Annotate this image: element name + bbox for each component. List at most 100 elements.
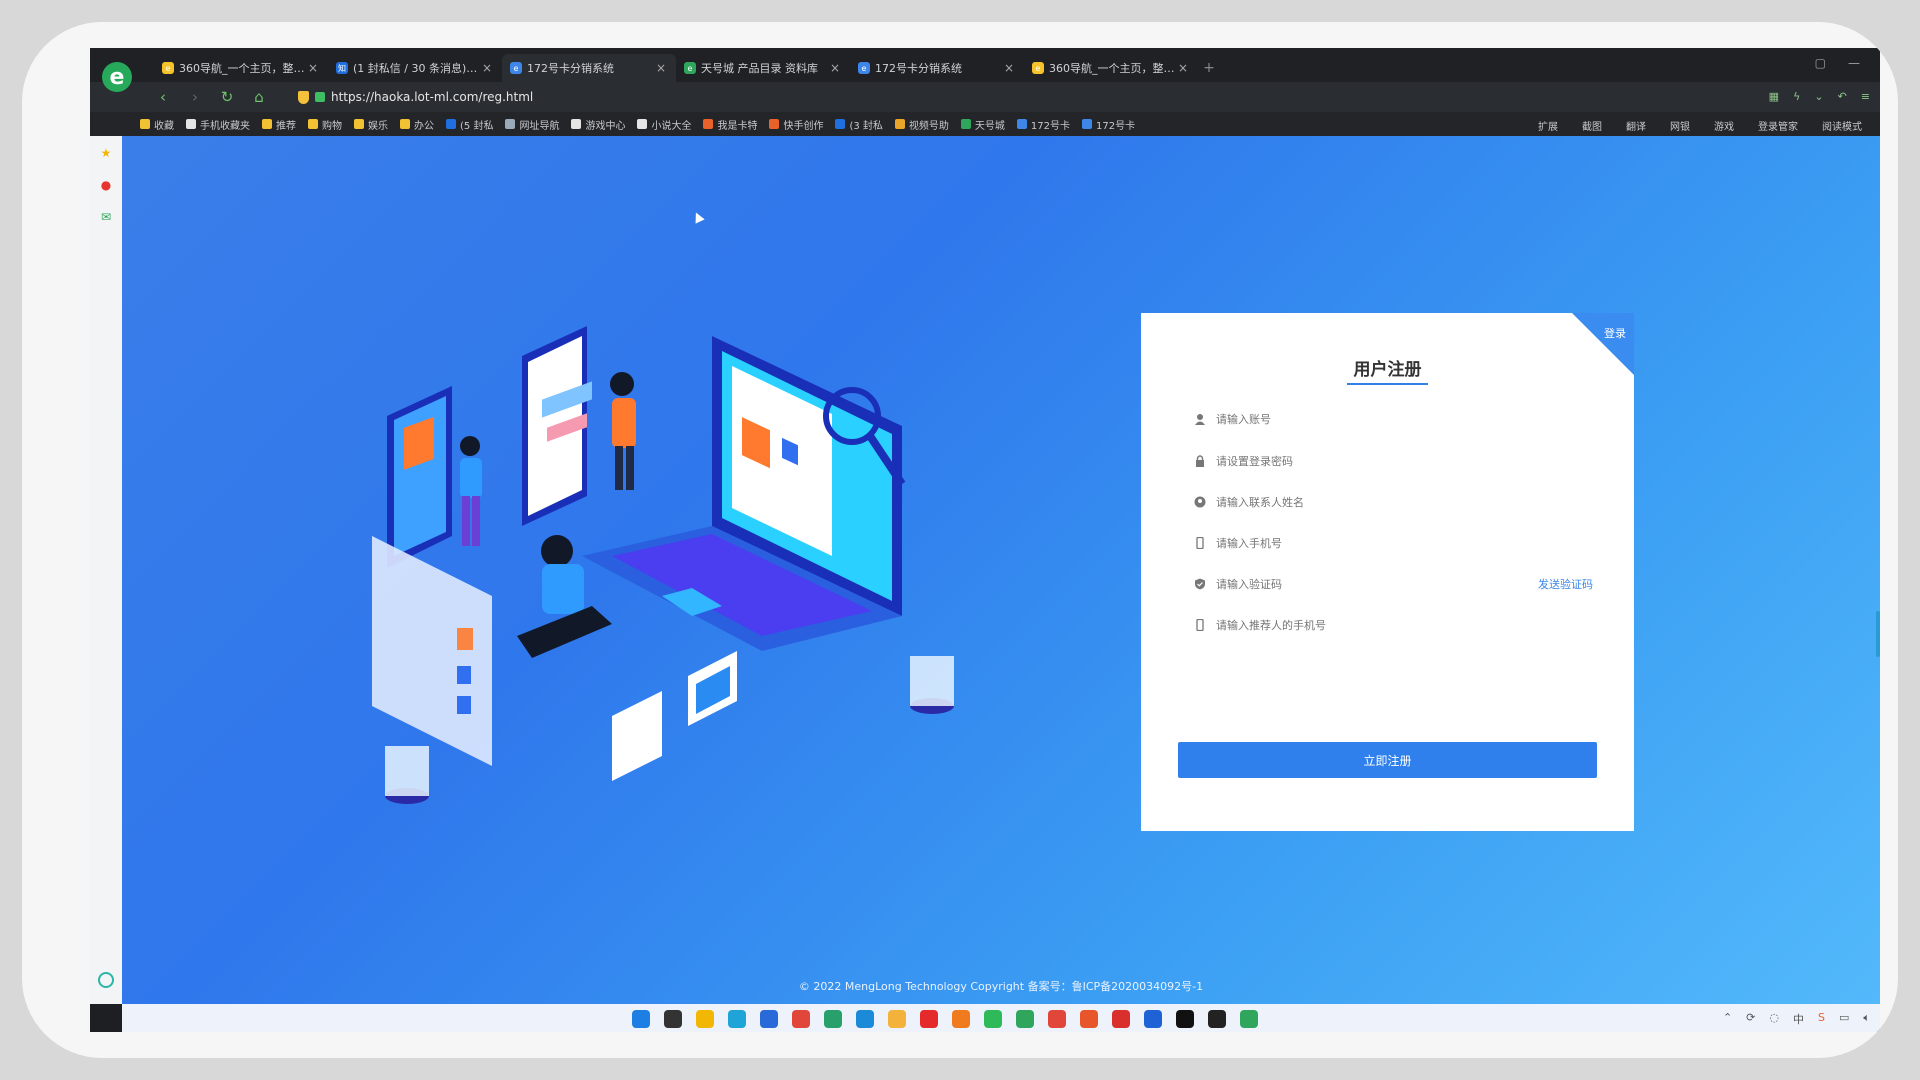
browser-tab[interactable]: 知 (1 封私信 / 30 条消息) 首 × — [328, 54, 502, 82]
edge-icon[interactable] — [728, 1010, 746, 1028]
weibo-icon[interactable]: ● — [99, 178, 113, 192]
bookmark-item[interactable]: 办公 — [400, 117, 434, 132]
star-icon[interactable]: ★ — [99, 146, 113, 160]
sogou-icon[interactable]: S — [1818, 1011, 1825, 1027]
bookmark-item[interactable]: 网址导航 — [505, 117, 559, 132]
chat-icon[interactable]: ◌ — [1769, 1011, 1779, 1027]
tab-title: 172号卡分销系统 — [875, 62, 962, 75]
firefox-alt-icon[interactable] — [1080, 1010, 1098, 1028]
browser-tab[interactable]: e 172号卡分销系统 × — [850, 54, 1024, 82]
bookmark-item[interactable]: 172号卡 — [1082, 117, 1135, 132]
file-explorer-icon[interactable] — [696, 1010, 714, 1028]
close-tab-icon[interactable]: × — [1002, 61, 1016, 75]
scrollbar[interactable] — [1876, 611, 1880, 657]
opera-icon[interactable] — [920, 1010, 938, 1028]
back-icon[interactable]: ‹ — [154, 88, 172, 106]
browser-tab[interactable]: e 天号城 产品目录 资料库 × — [676, 54, 850, 82]
refresh-icon[interactable]: ↻ — [218, 88, 236, 106]
new-tab-button[interactable]: + — [1198, 54, 1220, 82]
undo-icon[interactable]: ↶ — [1838, 90, 1847, 103]
phone-field[interactable] — [1193, 530, 1593, 556]
referrer-field[interactable] — [1193, 612, 1593, 638]
password-input[interactable] — [1216, 454, 1593, 468]
minimize-icon[interactable]: — — [1848, 56, 1860, 70]
bookmark-item[interactable]: 收藏 — [140, 117, 174, 132]
account-field[interactable] — [1193, 406, 1593, 432]
toolbar-tool[interactable]: 翻译 — [1626, 118, 1646, 133]
bookmark-item[interactable]: (3 封私 — [835, 117, 883, 132]
360-browser-icon[interactable] — [1016, 1010, 1034, 1028]
wps-icon[interactable] — [1112, 1010, 1130, 1028]
url-field[interactable]: https://haoka.lot-ml.com/reg.html — [298, 90, 533, 104]
toolbar-tool[interactable]: 网银 — [1670, 118, 1690, 133]
bookmark-item[interactable]: 小说大全 — [637, 117, 691, 132]
wechat-icon[interactable] — [984, 1010, 1002, 1028]
bookmark-item[interactable]: 视频号助 — [894, 117, 949, 132]
register-button[interactable]: 立即注册 — [1178, 742, 1597, 778]
toolbar-tool[interactable]: 扩展 — [1538, 118, 1558, 133]
forward-icon[interactable]: › — [186, 88, 204, 106]
bookmark-item[interactable]: 娱乐 — [354, 117, 388, 132]
app-blue-icon[interactable] — [1144, 1010, 1162, 1028]
toolbar-tool[interactable]: 阅读模式 — [1822, 118, 1862, 133]
referrer-input[interactable] — [1216, 618, 1593, 632]
qr-icon[interactable]: ▦ — [1769, 90, 1779, 103]
send-code-button[interactable]: 发送验证码 — [1538, 576, 1593, 592]
bookmark-label: 视频号助 — [908, 120, 949, 132]
pin-icon[interactable]: ▢ — [1815, 56, 1826, 70]
bookmark-item[interactable]: 购物 — [308, 117, 342, 132]
taskbar: ⌃ ⟳ ◌ 中 S ▭ 🔈︎ — [122, 1004, 1880, 1032]
browser-tab[interactable]: e 360导航_一个主页，整个世 × — [1024, 54, 1198, 82]
close-tab-icon[interactable]: × — [306, 61, 320, 75]
windows-start-icon[interactable] — [632, 1010, 650, 1028]
sync-icon[interactable]: ⟳ — [1746, 1011, 1755, 1027]
close-tab-icon[interactable]: × — [654, 61, 668, 75]
capcut-icon[interactable] — [1176, 1010, 1194, 1028]
app-icon[interactable] — [888, 1010, 906, 1028]
contact-name-input[interactable] — [1216, 495, 1593, 509]
password-field[interactable] — [1193, 448, 1593, 474]
toolbar-tool[interactable]: 游戏 — [1714, 118, 1734, 133]
bookmark-item[interactable]: 游戏中心 — [571, 117, 625, 132]
add-app-icon[interactable] — [98, 972, 114, 988]
dropdown-icon[interactable]: ⌄ — [1814, 90, 1823, 103]
bookmark-item[interactable]: 我是卡特 — [703, 117, 757, 132]
search-icon[interactable] — [664, 1010, 682, 1028]
bookmark-item[interactable]: 推荐 — [262, 117, 296, 132]
bookmark-item[interactable]: 快手创作 — [769, 117, 823, 132]
remote-desktop-icon[interactable] — [1240, 1010, 1258, 1028]
home-icon[interactable]: ⌂ — [250, 88, 268, 106]
login-link[interactable]: 登录 — [1604, 325, 1626, 341]
url-text[interactable]: https://haoka.lot-ml.com/reg.html — [331, 90, 533, 104]
mail-icon[interactable]: ✉ — [99, 210, 113, 224]
account-input[interactable] — [1216, 412, 1593, 426]
browser-icon[interactable] — [760, 1010, 778, 1028]
volume-icon[interactable]: 🔈︎ — [1863, 1011, 1870, 1027]
chevron-up-icon[interactable]: ⌃ — [1723, 1011, 1732, 1027]
chrome-alt-icon[interactable] — [1048, 1010, 1066, 1028]
close-tab-icon[interactable]: × — [480, 61, 494, 75]
firefox-icon[interactable] — [952, 1010, 970, 1028]
edge-beta-icon[interactable] — [856, 1010, 874, 1028]
lightning-icon[interactable]: ϟ — [1793, 90, 1800, 103]
chrome-icon[interactable] — [792, 1010, 810, 1028]
network-icon[interactable]: ▭ — [1839, 1011, 1849, 1027]
code-field[interactable]: 发送验证码 — [1193, 571, 1593, 597]
bookmark-item[interactable]: 172号卡 — [1016, 117, 1070, 132]
toolbar-tool[interactable]: 登录管家 — [1758, 118, 1798, 133]
menu-icon[interactable]: ≡ — [1861, 90, 1870, 103]
close-tab-icon[interactable]: × — [828, 61, 842, 75]
bookmark-item[interactable]: (5 封私 — [446, 117, 493, 132]
bookmark-item[interactable]: 手机收藏夹 — [186, 117, 250, 132]
toolbar-tool[interactable]: 截图 — [1582, 118, 1602, 133]
code-input[interactable] — [1216, 577, 1593, 591]
edge-dev-icon[interactable] — [824, 1010, 842, 1028]
browser-tab[interactable]: e 172号卡分销系统 × — [502, 54, 676, 82]
bookmark-item[interactable]: 天号城 — [960, 117, 1005, 132]
close-tab-icon[interactable]: × — [1176, 61, 1190, 75]
ime-indicator[interactable]: 中 — [1793, 1011, 1804, 1027]
phone-input[interactable] — [1216, 536, 1593, 550]
screen-recorder-icon[interactable] — [1208, 1010, 1226, 1028]
contact-name-field[interactable] — [1193, 489, 1593, 515]
browser-tab[interactable]: e 360导航_一个主页，整个世 × — [154, 54, 328, 82]
